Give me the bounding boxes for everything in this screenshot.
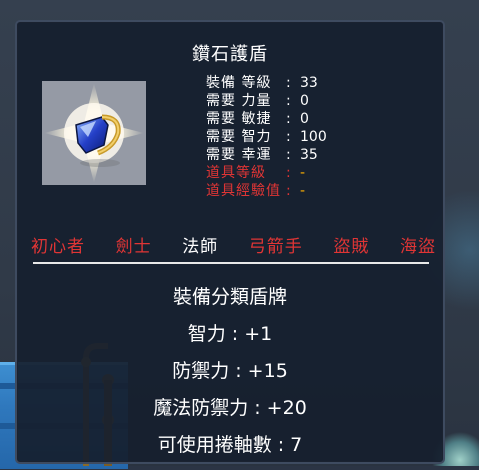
job-beginner: 初心者: [31, 237, 85, 257]
job-pirate: 海盜: [399, 237, 436, 257]
req-luk: 需要 幸運:35: [206, 147, 318, 163]
requirements-list: 裝備 等級:33 需要 力量:0 需要 敏捷:0 需要 智力:100 需要 幸運…: [206, 74, 406, 200]
req-str: 需要 力量:0: [206, 93, 309, 109]
job-thief: 盜賊: [333, 237, 370, 257]
job-restrictions: 初心者 劍士 法師 弓箭手 盜賊 海盜: [31, 232, 436, 257]
item-tooltip: 鑽石護盾 裝備 等級: 33 需要 力量: 0 需要 敏捷: 0 需要 智…: [15, 20, 445, 464]
diamond-shield-icon: [44, 83, 144, 183]
req-dex: 需要 敏捷:0: [206, 111, 309, 127]
effect-upgrade-slots: 可使用捲軸數 : 7: [157, 434, 303, 456]
item-exp: 道具經驗值: -: [206, 183, 306, 199]
effect-category: 裝備分類盾牌: [172, 286, 287, 308]
item-icon-frame: [42, 81, 146, 185]
job-magician: 法師: [182, 237, 219, 257]
item-effects: 裝備分類盾牌 智力 : +1 防禦力 : +15 魔法防禦力 : +20 可使用…: [17, 284, 443, 469]
job-warrior: 劍士: [115, 237, 152, 257]
item-level: 道具等級: -: [206, 165, 306, 181]
effect-int: 智力 : +1: [187, 323, 273, 345]
divider: [33, 262, 429, 264]
req-int: 需要 智力:100: [206, 129, 327, 145]
item-name: 鑽石護盾: [192, 44, 268, 65]
effect-magic-defense: 魔法防禦力 : +20: [153, 397, 307, 419]
job-bowman: 弓箭手: [248, 237, 303, 257]
effect-defense: 防禦力 : +15: [172, 360, 288, 382]
req-level: 裝備 等級:33: [206, 75, 318, 91]
